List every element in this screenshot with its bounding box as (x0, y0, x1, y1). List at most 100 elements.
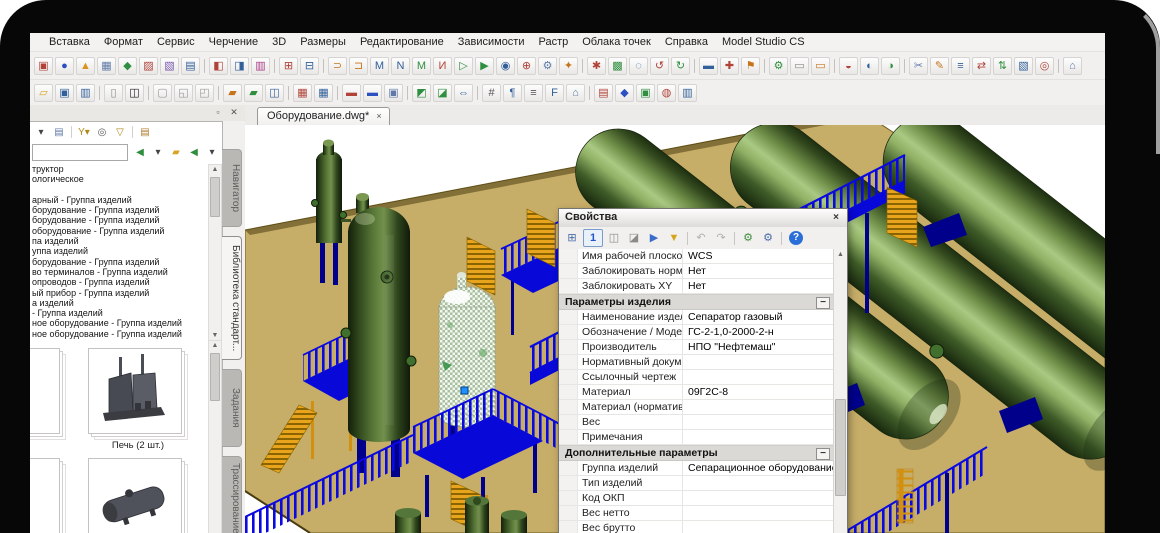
scroll-up-icon[interactable]: ▲ (834, 250, 847, 260)
menu-item[interactable]: Сервис (150, 36, 202, 48)
edit-properties-icon[interactable]: ◪ (625, 230, 643, 246)
cad-tool-icon[interactable]: ◉ (496, 57, 515, 75)
tree-scrollbar[interactable]: ▲ ▼ (208, 164, 222, 342)
property-row[interactable]: Вес (559, 415, 834, 430)
cad-tool-icon[interactable]: ◎ (1035, 57, 1054, 75)
cad-tool-icon[interactable]: ▢ (153, 84, 172, 102)
menu-item[interactable]: Размеры (293, 36, 353, 48)
back-caret-icon[interactable]: ▾ (150, 145, 166, 160)
menu-item[interactable]: Формат (97, 36, 150, 48)
save-all-icon[interactable]: ▥ (76, 84, 95, 102)
close-tab-icon[interactable]: × (376, 111, 381, 121)
cad-tool-icon[interactable]: ⊕ (517, 57, 536, 75)
cad-tool-icon[interactable]: ▦ (314, 84, 333, 102)
cad-tool-icon[interactable]: ▥ (678, 84, 697, 102)
cad-tool-icon[interactable]: ⚑ (741, 57, 760, 75)
property-row[interactable]: Нормативный документ (559, 355, 834, 370)
property-row[interactable]: Заблокировать XY Нет (559, 279, 834, 294)
tree-item[interactable]: труктор (32, 164, 207, 174)
cad-tool-icon[interactable]: ▰ (223, 84, 242, 102)
property-row[interactable]: Имя рабочей плоскостиWCS (559, 249, 834, 264)
large-column-vessel[interactable] (340, 193, 417, 477)
cad-tool-icon[interactable]: ◆ (615, 84, 634, 102)
tree-item[interactable]: ное оборудование - Группа изделий (32, 318, 207, 328)
tree-item[interactable]: оборудование - Группа изделий (32, 226, 207, 236)
document-tab[interactable]: Оборудование.dwg* × (257, 107, 390, 125)
cad-tool-icon[interactable]: ▣ (34, 57, 53, 75)
cad-tool-icon[interactable]: ≡ (951, 57, 970, 75)
find-binoculars-icon[interactable]: ◎ (94, 125, 110, 140)
menu-item[interactable]: Справка (658, 36, 715, 48)
separator[interactable] (274, 59, 275, 73)
menu-item[interactable]: 3D (265, 36, 293, 48)
scroll-up-icon[interactable]: ▲ (209, 165, 221, 175)
property-row[interactable]: Тип изделий (559, 476, 834, 491)
cad-tool-icon[interactable]: ▭ (811, 57, 830, 75)
cad-tool-icon[interactable]: ◒ (839, 57, 858, 75)
cad-tool-icon[interactable]: ● (55, 57, 74, 75)
cad-tool-icon[interactable]: ▰ (244, 84, 263, 102)
pin-icon[interactable]: ▫ (211, 106, 225, 119)
cad-tool-icon[interactable]: ▣ (636, 84, 655, 102)
menu-item[interactable]: Model Studio CS (715, 36, 812, 48)
cad-tool-icon[interactable]: ✱ (587, 57, 606, 75)
thumbnail-card[interactable]: Печь (2 шт.) (88, 348, 188, 451)
separator[interactable] (71, 126, 72, 138)
redo-icon[interactable]: ↷ (712, 230, 730, 246)
property-row[interactable]: Примечания (559, 430, 834, 445)
property-row[interactable]: Материал (норматив) (559, 400, 834, 415)
cad-tool-icon[interactable]: ⌂ (1063, 57, 1082, 75)
open-icon[interactable]: ▱ (34, 84, 53, 102)
sheet-icon[interactable]: ▯ (104, 84, 123, 102)
cad-tool-icon[interactable]: ▲ (76, 57, 95, 75)
settings-b-icon[interactable]: ⚙ (759, 230, 777, 246)
scrollbar-thumb[interactable] (210, 353, 220, 401)
cad-tool-icon[interactable]: ◆ (118, 57, 137, 75)
menu-item[interactable]: Зависимости (451, 36, 532, 48)
cad-tool-icon[interactable]: ⊞ (279, 57, 298, 75)
property-row[interactable]: Наименование изделияСепаратор газовый (559, 310, 834, 325)
tree-item[interactable]: ый прибор - Группа изделий (32, 288, 207, 298)
cad-tool-icon[interactable]: ◑ (881, 57, 900, 75)
property-row[interactable]: Группа изделий Сепарационное оборудование (559, 461, 834, 476)
cad-tool-icon[interactable]: ▣ (384, 84, 403, 102)
thumbnail-card[interactable] (88, 458, 182, 533)
cad-tool-icon[interactable]: ◱ (174, 84, 193, 102)
cad-tool-icon[interactable]: ▶ (475, 57, 494, 75)
menu-item[interactable]: Черчение (202, 36, 266, 48)
separator[interactable] (694, 59, 695, 73)
filter-menu-icon[interactable]: Y▾ (76, 125, 92, 140)
search-input[interactable] (32, 143, 128, 161)
select-add-icon[interactable]: ⊞ (563, 230, 581, 246)
settings-a-icon[interactable]: ⚙ (739, 230, 757, 246)
cad-tool-icon[interactable]: ◧ (209, 57, 228, 75)
filter-icon[interactable]: ▼ (665, 230, 683, 246)
forward-caret-icon[interactable]: ▾ (204, 145, 220, 160)
cad-tool-icon[interactable]: ↺ (650, 57, 669, 75)
tree-item[interactable]: - Группа изделий (32, 308, 207, 318)
cad-tool-icon[interactable]: ⚙ (769, 57, 788, 75)
cad-tool-icon[interactable]: ⇄ (972, 57, 991, 75)
cad-tool-icon[interactable]: N (391, 57, 410, 75)
cad-tool-icon[interactable]: ⇔ (454, 84, 473, 102)
collapse-icon[interactable]: − (816, 297, 830, 309)
menu-item[interactable]: Облака точек (575, 36, 658, 48)
tree-item[interactable]: ное оборудование - Группа изделий (32, 329, 207, 339)
cad-tool-icon[interactable]: ▭ (790, 57, 809, 75)
back-icon[interactable]: ◀ (132, 145, 148, 160)
cad-tool-icon[interactable]: ▩ (608, 57, 627, 75)
separator[interactable] (132, 126, 133, 138)
collapse-icon[interactable]: − (816, 448, 830, 460)
undo-icon[interactable]: ↶ (692, 230, 710, 246)
cad-tool-icon[interactable]: ◩ (412, 84, 431, 102)
cad-tool-icon[interactable]: ⊟ (300, 57, 319, 75)
thumbnails-scrollbar[interactable]: ▲ (208, 340, 222, 533)
funnel-icon[interactable]: ▽ (112, 125, 128, 140)
cad-tool-icon[interactable]: ▬ (699, 57, 718, 75)
cad-tool-icon[interactable]: ✎ (930, 57, 949, 75)
tree-item[interactable]: борудование - Группа изделий (32, 257, 207, 267)
save-icon[interactable]: ▣ (55, 84, 74, 102)
cad-tool-icon[interactable]: ⊃ (328, 57, 347, 75)
cad-tool-icon[interactable]: ▥ (251, 57, 270, 75)
property-group-header[interactable]: Параметры изделия − (559, 294, 834, 310)
